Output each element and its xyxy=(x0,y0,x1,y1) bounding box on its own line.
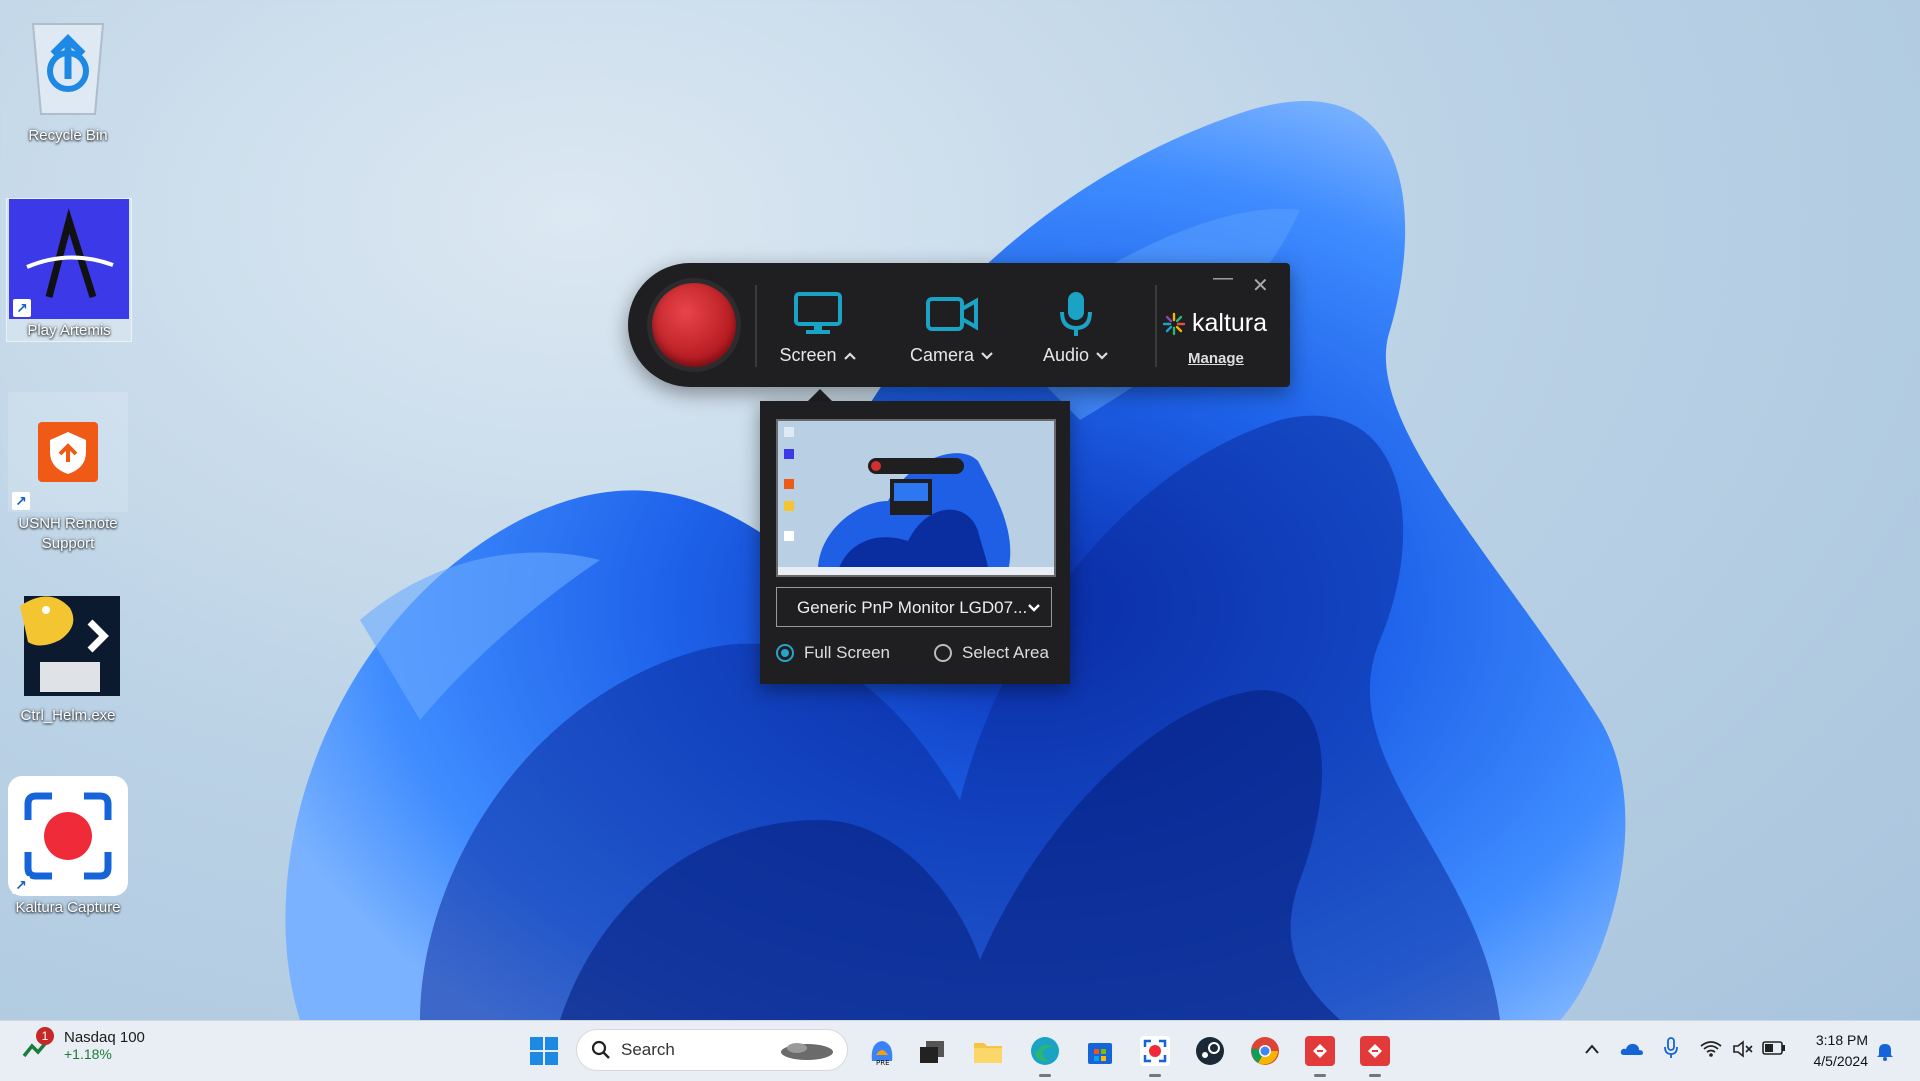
running-indicator xyxy=(1149,1074,1161,1077)
desktop-icon-play-artemis[interactable]: ↗ Play Artemis xyxy=(6,198,132,342)
remote-support-icon xyxy=(38,422,98,482)
store-button[interactable] xyxy=(1080,1031,1120,1071)
widget-change: +1.18% xyxy=(64,1046,112,1062)
full-screen-radio[interactable] xyxy=(776,644,794,662)
steam-button[interactable] xyxy=(1190,1031,1230,1071)
copilot-icon: PRE xyxy=(871,1041,893,1067)
running-indicator xyxy=(1314,1074,1326,1077)
red-app-1-button[interactable] xyxy=(1300,1031,1340,1077)
task-view-icon xyxy=(920,1041,944,1063)
chevron-down-icon xyxy=(1027,588,1041,643)
task-view-button[interactable] xyxy=(912,1031,952,1071)
camera-tool-button[interactable]: Camera xyxy=(902,289,1002,366)
desktop-icon-label: Recycle Bin xyxy=(28,127,108,144)
full-screen-label: Full Screen xyxy=(804,643,890,662)
monitor-select-value: Generic PnP Monitor LGD07... xyxy=(797,598,1028,617)
running-indicator xyxy=(1369,1074,1381,1077)
shortcut-arrow-icon: ↗ xyxy=(12,492,30,510)
edge-button[interactable] xyxy=(1025,1031,1065,1077)
start-icon xyxy=(530,1037,558,1065)
chevron-up-icon[interactable] xyxy=(1584,1043,1600,1055)
clock-time: 3:18 PM xyxy=(1815,1032,1868,1048)
monitor-icon xyxy=(794,292,842,334)
clock-date: 4/5/2024 xyxy=(1813,1053,1869,1069)
taskbar: 1 Nasdaq 100 +1.18% Search PRE 3:18 PM 4… xyxy=(0,1020,1920,1081)
desktop-icon-recycle-bin[interactable]: Recycle Bin xyxy=(6,4,130,146)
chrome-icon xyxy=(1251,1037,1279,1065)
minimize-icon[interactable]: — xyxy=(1213,267,1233,290)
chevron-up-icon xyxy=(843,351,856,360)
desktop-icon-label: Ctrl_Helm.exe xyxy=(20,707,116,724)
svg-text:PRE: PRE xyxy=(876,1059,890,1067)
divider xyxy=(1155,285,1157,367)
brand-text: kaltura xyxy=(1192,309,1268,337)
store-icon xyxy=(1088,1043,1112,1064)
steam-icon xyxy=(1196,1037,1224,1065)
kaltura-recorder-toolbar: Screen Camera Audio — ✕ kaltura Manage xyxy=(628,263,1290,387)
select-area-label: Select Area xyxy=(962,643,1049,662)
search-icon xyxy=(591,1040,610,1059)
camera-icon xyxy=(926,297,978,331)
start-button[interactable] xyxy=(524,1031,564,1071)
screen-preview-thumbnail xyxy=(776,419,1056,577)
kaltura-icon xyxy=(1140,1036,1170,1066)
chrome-button[interactable] xyxy=(1245,1031,1285,1071)
stocks-widget[interactable]: 1 Nasdaq 100 +1.18% xyxy=(22,1027,145,1062)
record-button[interactable] xyxy=(652,283,736,367)
chevron-down-icon xyxy=(1096,351,1108,360)
screen-tool-button[interactable]: Screen xyxy=(773,289,863,366)
kaltura-capture-taskbar-button[interactable] xyxy=(1135,1031,1175,1077)
desktop-icon-label: USNH Remote Support xyxy=(18,515,118,552)
microphone-icon[interactable] xyxy=(1664,1037,1678,1059)
search-highlight-image xyxy=(781,1043,833,1060)
desktop-icon-label: Kaltura Capture xyxy=(15,899,121,916)
notification-badge: 1 xyxy=(36,1027,54,1045)
close-icon[interactable]: ✕ xyxy=(1252,273,1269,298)
microphone-icon xyxy=(1060,292,1092,336)
screen-source-panel: Generic PnP Monitor LGD07... Full Screen… xyxy=(760,401,1070,684)
mute-icon[interactable] xyxy=(1732,1040,1754,1058)
battery-icon[interactable] xyxy=(1762,1041,1786,1055)
select-area-radio[interactable] xyxy=(934,644,952,662)
shortcut-arrow-icon: ↗ xyxy=(12,876,30,894)
file-explorer-button[interactable] xyxy=(968,1031,1008,1071)
shortcut-arrow-icon: ↗ xyxy=(13,299,31,317)
desktop-icon-kaltura-capture[interactable]: ↗ Kaltura Capture xyxy=(6,776,130,918)
recycle-bin-icon xyxy=(31,23,105,115)
monitor-select[interactable]: Generic PnP Monitor LGD07... xyxy=(776,587,1052,627)
app-red-1-icon xyxy=(1305,1036,1335,1066)
kaltura-logo: kaltura xyxy=(1162,309,1267,338)
file-explorer-icon xyxy=(974,1043,1002,1063)
divider xyxy=(755,285,757,367)
screen-label: Screen xyxy=(779,345,837,365)
app-red-2-icon xyxy=(1360,1036,1390,1066)
edge-icon xyxy=(1031,1037,1059,1065)
select-area-option[interactable]: Select Area xyxy=(934,643,1049,663)
search-box[interactable]: Search xyxy=(576,1029,848,1071)
copilot-button[interactable]: PRE xyxy=(862,1031,902,1071)
panel-pointer xyxy=(808,389,832,401)
manage-link[interactable]: Manage xyxy=(1188,350,1244,367)
widget-title: Nasdaq 100 xyxy=(64,1029,145,1046)
audio-tool-button[interactable]: Audio xyxy=(1031,289,1121,366)
red-app-2-button[interactable] xyxy=(1355,1031,1395,1077)
onedrive-icon[interactable] xyxy=(1620,1041,1644,1057)
camera-label: Camera xyxy=(909,345,975,365)
chevron-down-icon xyxy=(981,351,993,360)
desktop-icon-usnh-remote-support[interactable]: ↗ USNH Remote Support xyxy=(6,392,130,554)
desktop-icon-ctrl-helm[interactable]: Ctrl_Helm.exe xyxy=(6,584,130,726)
full-screen-option[interactable]: Full Screen xyxy=(776,643,890,663)
audio-label: Audio xyxy=(1042,345,1090,365)
running-indicator xyxy=(1039,1074,1051,1077)
bell-icon[interactable] xyxy=(1876,1041,1894,1061)
kaltura-logo-icon xyxy=(1162,312,1186,335)
desktop-icon-label: Play Artemis xyxy=(27,322,111,339)
wifi-icon[interactable] xyxy=(1700,1040,1722,1058)
search-placeholder: Search xyxy=(621,1040,675,1059)
python-helm-icon xyxy=(20,596,120,696)
clock[interactable]: 3:18 PM 4/5/2024 xyxy=(1794,1030,1869,1072)
